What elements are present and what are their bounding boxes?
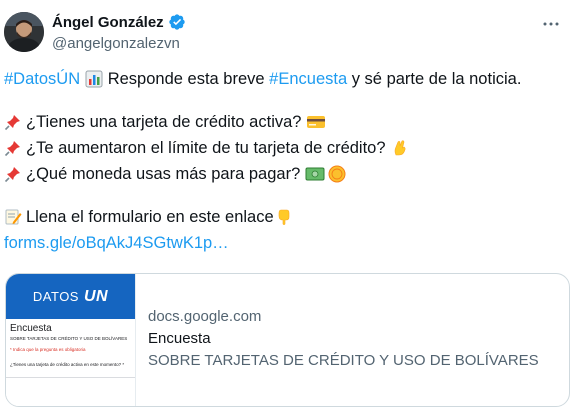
pointing-down-icon bbox=[275, 208, 293, 226]
thumbnail-brand-logo: UN bbox=[83, 287, 109, 305]
thumbnail-subtitle: SOBRE TARJETAS DE CRÉDITO Y USO DE BOLÍV… bbox=[10, 336, 128, 341]
credit-card-icon bbox=[306, 113, 326, 131]
pushpin-icon bbox=[4, 113, 22, 131]
card-title: Encuesta bbox=[148, 330, 211, 347]
link-preview-card[interactable]: DATOS UN Encuesta SOBRE TARJETAS DE CRÉD… bbox=[5, 273, 570, 407]
thumbnail-question: ¿Tienes una tarjeta de crédito activa en… bbox=[10, 362, 125, 367]
tweet-header: Ángel González @angelgonzalezvn bbox=[0, 0, 573, 64]
verified-badge-icon bbox=[168, 13, 186, 31]
pushpin-icon bbox=[4, 139, 22, 157]
thumbnail-banner: DATOS UN bbox=[6, 274, 135, 319]
tweet-text: #DatosÚN Responde esta breve #Encuesta y… bbox=[4, 66, 564, 256]
crossed-fingers-icon bbox=[391, 139, 409, 157]
thumbnail-required-note: * Indica que la pregunta es obligatoria bbox=[10, 347, 86, 352]
tweet-text-mid: Responde esta breve bbox=[103, 70, 270, 88]
question-3: ¿Qué moneda usas más para pagar? bbox=[26, 165, 301, 183]
tweet-text-end: y sé parte de la noticia. bbox=[347, 70, 522, 88]
question-2: ¿Te aumentaron el límite de tu tarjeta d… bbox=[26, 139, 386, 157]
thumbnail-divider bbox=[6, 377, 135, 378]
banknote-icon bbox=[305, 165, 325, 183]
card-description: SOBRE TARJETAS DE CRÉDITO Y USO DE BOLÍV… bbox=[148, 352, 539, 369]
memo-icon bbox=[4, 208, 22, 226]
more-icon[interactable] bbox=[541, 14, 561, 34]
hashtag-datosun[interactable]: #DatosÚN bbox=[4, 66, 80, 92]
card-thumbnail[interactable]: DATOS UN Encuesta SOBRE TARJETAS DE CRÉD… bbox=[6, 274, 136, 406]
card-domain: docs.google.com bbox=[148, 308, 262, 325]
thumbnail-title: Encuesta bbox=[10, 323, 52, 334]
form-line: Llena el formulario en este enlace bbox=[26, 208, 274, 226]
question-1: ¿Tienes una tarjeta de crédito activa? bbox=[26, 113, 302, 131]
form-link[interactable]: forms.gle/oBqAkJ4SGtwK1p… bbox=[4, 230, 229, 256]
avatar[interactable] bbox=[4, 12, 44, 52]
card-info: docs.google.com Encuesta SOBRE TARJETAS … bbox=[148, 306, 539, 372]
coin-icon bbox=[328, 165, 346, 183]
author-name[interactable]: Ángel González bbox=[52, 14, 164, 31]
thumbnail-brand: DATOS bbox=[32, 289, 79, 304]
pushpin-icon bbox=[4, 165, 22, 183]
bar-chart-icon bbox=[85, 70, 103, 88]
author-handle[interactable]: @angelgonzalezvn bbox=[52, 35, 180, 52]
thumbnail-form: Encuesta SOBRE TARJETAS DE CRÉDITO Y USO… bbox=[6, 319, 135, 406]
hashtag-encuesta[interactable]: #Encuesta bbox=[269, 66, 347, 92]
